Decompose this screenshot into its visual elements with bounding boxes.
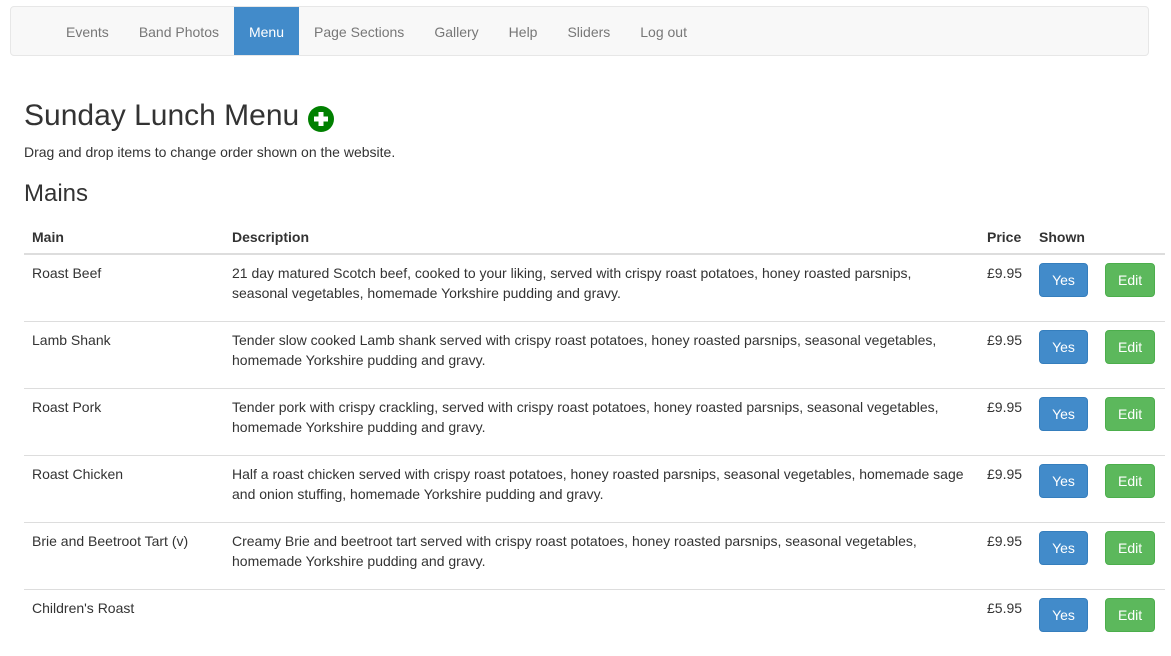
nav-item-sliders[interactable]: Sliders xyxy=(552,7,625,55)
shown-toggle-button[interactable]: Yes xyxy=(1039,330,1088,364)
page-title-wrap: Sunday Lunch Menu xyxy=(24,96,334,136)
table-row[interactable]: Lamb Shank Tender slow cooked Lamb shank… xyxy=(24,322,1165,389)
edit-button[interactable]: Edit xyxy=(1105,598,1155,632)
shown-toggle-button[interactable]: Yes xyxy=(1039,397,1088,431)
column-header-actions xyxy=(1097,218,1165,254)
edit-button[interactable]: Edit xyxy=(1105,330,1155,364)
column-header-main: Main xyxy=(24,218,224,254)
shown-toggle-button[interactable]: Yes xyxy=(1039,464,1088,498)
table-row[interactable]: Roast Pork Tender pork with crispy crack… xyxy=(24,389,1165,456)
item-name: Children's Roast xyxy=(24,590,224,656)
nav-item-log-out[interactable]: Log out xyxy=(625,7,702,55)
shown-toggle-button[interactable]: Yes xyxy=(1039,263,1088,297)
column-header-shown: Shown xyxy=(1031,218,1097,254)
page-title: Sunday Lunch Menu xyxy=(24,96,299,136)
item-description: Creamy Brie and beetroot tart served wit… xyxy=(224,523,979,590)
nav-menu: Events Band Photos Menu Page Sections Ga… xyxy=(51,7,702,55)
section-title: Mains xyxy=(24,178,88,210)
menu-table: Main Description Price Shown Roast Beef … xyxy=(24,218,1165,656)
item-description xyxy=(224,590,979,656)
item-name: Roast Pork xyxy=(24,389,224,456)
shown-toggle-button[interactable]: Yes xyxy=(1039,531,1088,565)
item-price: £9.95 xyxy=(979,322,1031,389)
nav-item-page-sections[interactable]: Page Sections xyxy=(299,7,419,55)
nav-item-gallery[interactable]: Gallery xyxy=(419,7,493,55)
top-navbar: Events Band Photos Menu Page Sections Ga… xyxy=(10,6,1149,56)
item-price: £9.95 xyxy=(979,254,1031,322)
nav-item-menu[interactable]: Menu xyxy=(234,7,299,55)
table-row[interactable]: Brie and Beetroot Tart (v) Creamy Brie a… xyxy=(24,523,1165,590)
item-name: Lamb Shank xyxy=(24,322,224,389)
column-header-description: Description xyxy=(224,218,979,254)
edit-button[interactable]: Edit xyxy=(1105,464,1155,498)
edit-button[interactable]: Edit xyxy=(1105,263,1155,297)
item-name: Brie and Beetroot Tart (v) xyxy=(24,523,224,590)
plus-circle-icon[interactable] xyxy=(308,103,334,129)
item-description: Tender slow cooked Lamb shank served wit… xyxy=(224,322,979,389)
shown-toggle-button[interactable]: Yes xyxy=(1039,598,1088,632)
edit-button[interactable]: Edit xyxy=(1105,531,1155,565)
column-header-price: Price xyxy=(979,218,1031,254)
nav-item-events[interactable]: Events xyxy=(51,7,124,55)
table-header-row: Main Description Price Shown xyxy=(24,218,1165,254)
drag-drop-hint: Drag and drop items to change order show… xyxy=(24,143,395,161)
item-description: 21 day matured Scotch beef, cooked to yo… xyxy=(224,254,979,322)
nav-item-band-photos[interactable]: Band Photos xyxy=(124,7,234,55)
item-description: Half a roast chicken served with crispy … xyxy=(224,456,979,523)
item-price: £9.95 xyxy=(979,523,1031,590)
item-description: Tender pork with crispy crackling, serve… xyxy=(224,389,979,456)
item-name: Roast Chicken xyxy=(24,456,224,523)
edit-button[interactable]: Edit xyxy=(1105,397,1155,431)
item-price: £9.95 xyxy=(979,456,1031,523)
item-price: £5.95 xyxy=(979,590,1031,656)
table-row[interactable]: Roast Chicken Half a roast chicken serve… xyxy=(24,456,1165,523)
table-row[interactable]: Children's Roast £5.95 Yes Edit xyxy=(24,590,1165,656)
table-row[interactable]: Roast Beef 21 day matured Scotch beef, c… xyxy=(24,254,1165,322)
nav-item-help[interactable]: Help xyxy=(494,7,553,55)
item-name: Roast Beef xyxy=(24,254,224,322)
item-price: £9.95 xyxy=(979,389,1031,456)
